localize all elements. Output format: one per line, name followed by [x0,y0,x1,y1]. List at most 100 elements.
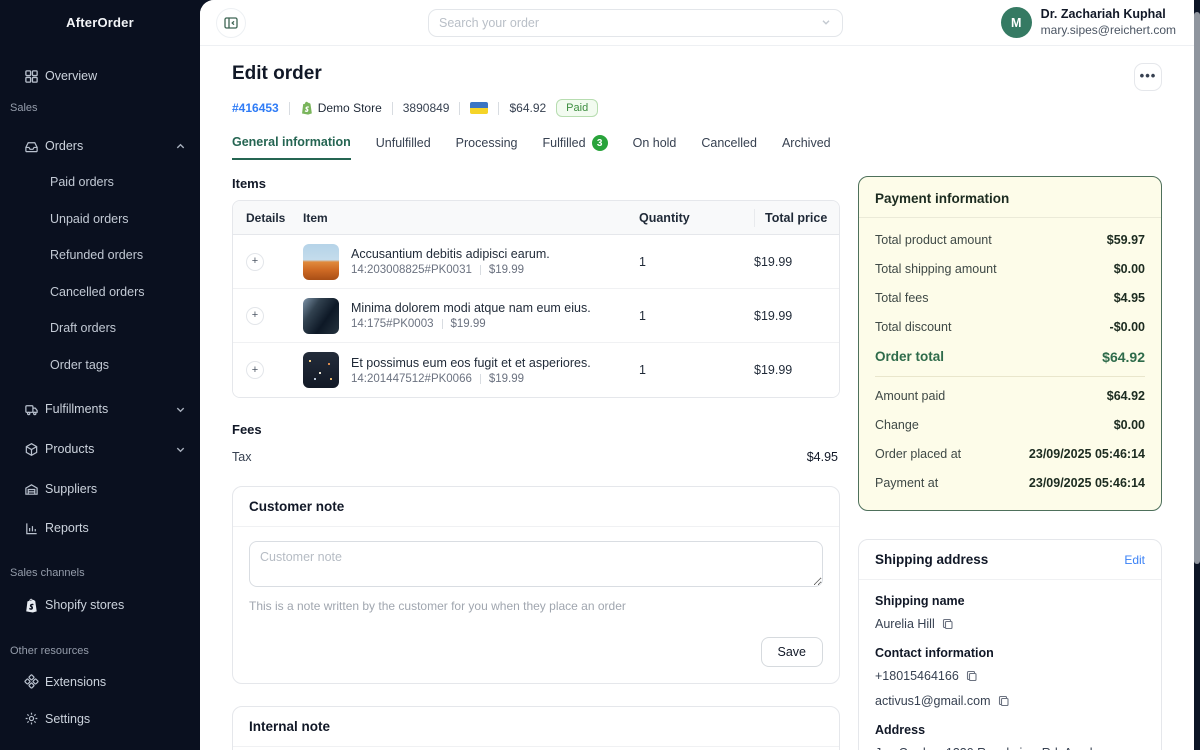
more-options-button[interactable]: ••• [1134,63,1162,91]
product-quantity: 1 [639,309,754,323]
sidebar-item-cancelled-orders[interactable]: Cancelled orders [0,274,200,311]
brand-logo: AfterOrder [0,0,200,46]
sidebar-item-extensions[interactable]: Extensions [0,663,200,700]
tab-unfulfilled[interactable]: Unfulfilled [376,135,431,160]
col-details: Details [233,211,289,225]
table-row: + Accusantium debitis adipisci earum. 14… [233,235,839,289]
internal-note-title: Internal note [249,719,330,734]
panel-collapse-icon [223,15,239,31]
sidebar-item-reports[interactable]: Reports [0,509,200,547]
divider [442,319,443,329]
customer-note-title: Customer note [249,499,344,514]
sidebar-item-refunded-orders[interactable]: Refunded orders [0,237,200,274]
tab-cancelled[interactable]: Cancelled [701,135,757,160]
chevron-up-icon [175,141,186,152]
order-meta: #416453 Demo Store 3890849 $64.92 Paid [232,99,1162,117]
expand-row-button[interactable]: + [246,253,264,271]
copy-icon[interactable] [998,695,1010,707]
gear-icon [23,711,39,727]
customer-note-card: Customer note This is a note written by … [232,486,840,684]
grid-icon [23,68,39,84]
sidebar-section-other-resources: Other resources [0,639,200,663]
sidebar-item-label: Shopify stores [45,598,124,612]
divider [875,376,1145,377]
customer-note-input[interactable] [249,541,823,587]
copy-icon[interactable] [942,618,954,630]
sidebar-toggle-button[interactable] [216,8,246,38]
fee-row: Tax $4.95 [232,450,840,464]
cube-icon [23,441,39,457]
tab-fulfilled[interactable]: Fulfilled3 [543,135,608,160]
chevron-down-icon [175,444,186,455]
store-id: 3890849 [403,101,450,115]
sidebar-item-unpaid-orders[interactable]: Unpaid orders [0,201,200,238]
sidebar-item-order-tags[interactable]: Order tags [0,347,200,384]
tab-on-hold[interactable]: On hold [633,135,677,160]
tab-general-information[interactable]: General information [232,135,351,160]
divider [480,374,481,384]
payment-row: Order placed at23/09/2025 05:46:14 [875,439,1145,468]
divider [289,102,290,115]
sidebar-item-settings[interactable]: Settings [0,700,200,737]
sidebar-item-label: Overview [45,69,97,83]
expand-row-button[interactable]: + [246,361,264,379]
edit-shipping-link[interactable]: Edit [1124,553,1145,567]
divider [392,102,393,115]
sidebar-item-archive[interactable]: Archive [0,737,200,750]
payment-row: Total fees$4.95 [875,283,1145,312]
sidebar-section-sales-channels: Sales channels [0,561,200,585]
shipping-address-card: Shipping address Edit Shipping name Aure… [858,539,1162,750]
order-total-row: Order total$64.92 [875,341,1145,372]
page-title: Edit order [232,63,322,85]
payment-title: Payment information [875,191,1145,206]
table-row: + Minima dolorem modi atque nam eum eius… [233,289,839,343]
sidebar-item-orders[interactable]: Orders [0,128,200,164]
divider [459,102,460,115]
sidebar-item-draft-orders[interactable]: Draft orders [0,310,200,347]
inbox-icon [23,138,39,154]
payment-row: Change$0.00 [875,410,1145,439]
payment-row: Total product amount$59.97 [875,225,1145,254]
sidebar-item-label: Fulfillments [45,402,108,416]
address-value: Jon Cordes, 1330 Ranchview Rd, Argyle, T… [875,744,1125,750]
extensions-icon [23,674,39,690]
scrollbar-thumb[interactable] [1194,12,1200,564]
fee-label: Tax [232,450,251,464]
email-value: activus1@gmail.com [875,692,991,710]
sidebar-item-paid-orders[interactable]: Paid orders [0,164,200,201]
sidebar-item-products[interactable]: Products [0,429,200,469]
sidebar-item-shopify-stores[interactable]: Shopify stores [0,585,200,625]
warehouse-icon [23,481,39,497]
scrollbar-track [1194,0,1200,750]
sidebar-item-overview[interactable]: Overview [0,58,200,94]
expand-row-button[interactable]: + [246,307,264,325]
sidebar-item-fulfillments[interactable]: Fulfillments [0,389,200,429]
product-unit-price: $19.99 [489,264,524,276]
tab-archived[interactable]: Archived [782,135,831,160]
product-sku: 14:175#PK0003 [351,318,434,330]
divider [480,265,481,275]
col-quantity: Quantity [639,211,754,225]
chevron-down-icon[interactable] [820,16,832,31]
customer-note-helper: This is a note written by the customer f… [249,599,823,613]
shopify-bag-icon [23,597,39,613]
truck-icon [23,401,39,417]
save-button[interactable]: Save [761,637,824,667]
user-menu[interactable]: M Dr. Zachariah Kuphal mary.sipes@reiche… [1001,7,1176,38]
copy-icon[interactable] [966,670,978,682]
fulfilled-count-badge: 3 [592,135,608,151]
payment-row: Payment at23/09/2025 05:46:14 [875,468,1145,497]
search-input[interactable] [439,16,814,30]
fees-section-title: Fees [232,422,840,437]
bar-chart-icon [23,520,39,536]
order-number-link[interactable]: #416453 [232,101,279,115]
table-row: + Et possimus eum eos fugit et et asperi… [233,343,839,397]
tab-processing[interactable]: Processing [456,135,518,160]
sidebar-item-label: Products [45,442,94,456]
app-root: AfterOrder Overview Sales Orders Paid or… [0,0,1200,750]
sidebar-item-label: Suppliers [45,482,97,496]
order-search [428,9,843,37]
payment-row: Total discount-$0.00 [875,312,1145,341]
product-unit-price: $19.99 [451,318,486,330]
sidebar-item-suppliers[interactable]: Suppliers [0,469,200,509]
